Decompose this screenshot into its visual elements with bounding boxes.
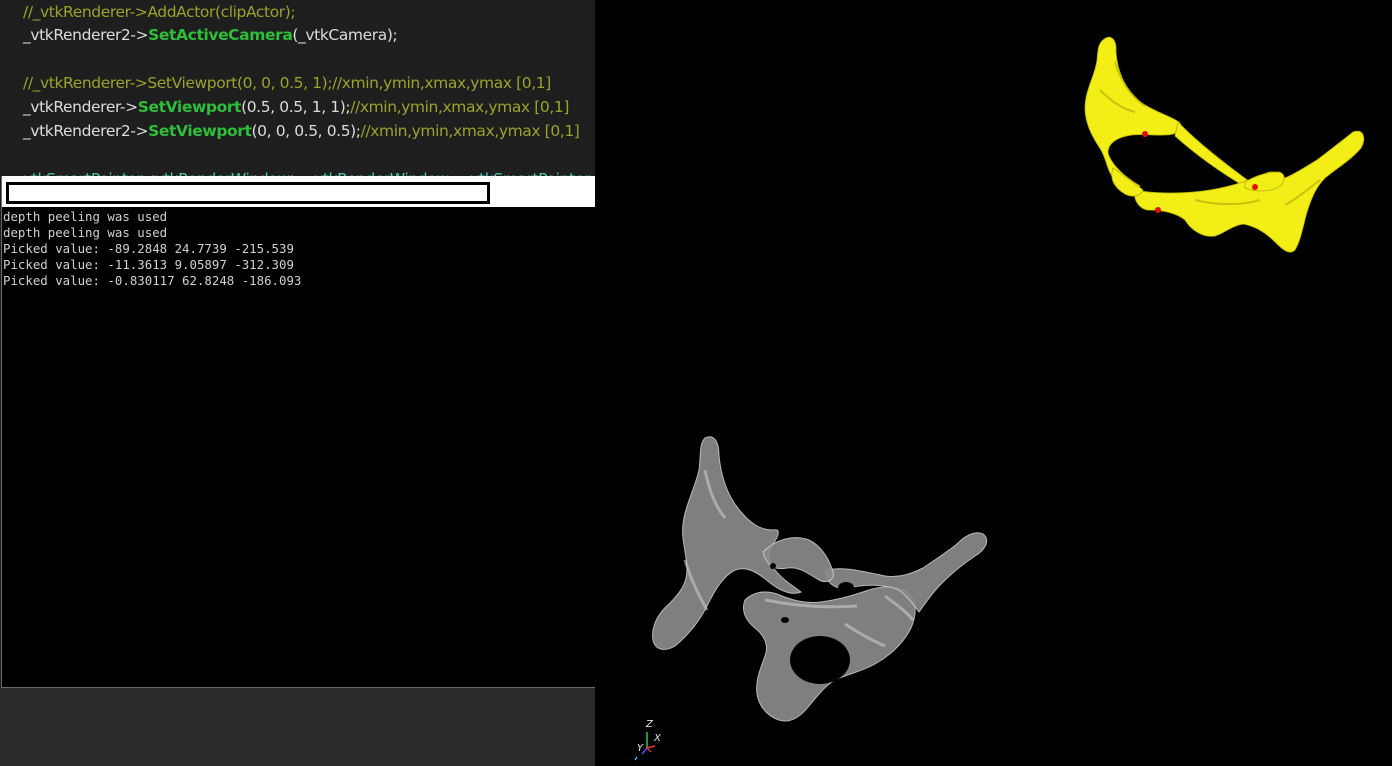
axis-label-z: Z: [646, 719, 653, 730]
code-line[interactable]: //_vtkRenderer->SetViewport(0, 0, 0.5, 1…: [23, 71, 551, 95]
code-line[interactable]: //_vtkRenderer->AddActor(clipActor);: [23, 0, 296, 24]
code-token: (0.5, 0.5, 1, 1);: [241, 98, 351, 116]
code-token: //xmin,ymin,xmax,ymax [0,1]: [360, 122, 580, 140]
code-token: //_vtkRenderer->AddActor(clipActor);: [23, 3, 296, 21]
console-title: [6, 182, 490, 204]
console-output: depth peeling was used depth peeling was …: [3, 209, 301, 289]
obturator-foramen-left: [838, 582, 854, 594]
code-token: (0, 0, 0.5, 0.5);: [251, 122, 362, 140]
axis-label-x: X: [654, 733, 661, 744]
code-line[interactable]: _vtkRenderer2->SetActiveCamera(_vtkCamer…: [23, 23, 398, 47]
editor-background: [0, 688, 595, 766]
obturator-foramen-center: [789, 574, 799, 582]
axis-label-y: Y: [637, 743, 644, 754]
console-line: Picked value: -11.3613 9.05897 -312.309: [3, 257, 294, 272]
vtk-render-window[interactable]: Z X Y: [595, 0, 1392, 766]
code-token: SetActiveCamera: [148, 26, 293, 44]
pelvis-model-top[interactable]: [1084, 36, 1365, 253]
code-token: SetViewport: [137, 98, 242, 116]
code-token: //_vtkRenderer->SetViewport(0, 0, 0.5, 1…: [23, 74, 551, 92]
console-titlebar[interactable]: [2, 176, 595, 207]
pelvis-model-bottom[interactable]: [652, 436, 988, 722]
top-left-wing: [1084, 36, 1182, 190]
top-left-foot: [1111, 167, 1144, 197]
code-token: SetViewport: [148, 122, 252, 140]
code-line[interactable]: _vtkRenderer2->SetViewport(0, 0, 0.5, 0.…: [23, 119, 580, 143]
picked-point-1: [1142, 131, 1148, 137]
console-line: depth peeling was used: [3, 225, 168, 240]
render-canvas[interactable]: [595, 0, 1392, 766]
code-line[interactable]: _vtkRenderer->SetViewport(0.5, 0.5, 1, 1…: [23, 95, 569, 119]
code-token: _vtkRenderer->: [23, 98, 138, 116]
console-line: depth peeling was used: [3, 209, 168, 224]
code-token: //xmin,ymin,xmax,ymax [0,1]: [350, 98, 569, 116]
top-pubic-band: [1174, 121, 1254, 189]
code-token: _vtkRenderer2->: [23, 26, 149, 44]
code-token: (_vtkCamera);: [292, 26, 398, 44]
console-line: Picked value: -89.2848 24.7739 -215.539: [3, 241, 294, 256]
console-window[interactable]: depth peeling was used depth peeling was …: [1, 176, 595, 688]
code-token: _vtkRenderer2->: [23, 122, 149, 140]
picked-point-2: [1252, 184, 1258, 190]
picked-point-3: [1155, 207, 1161, 213]
top-right-wing: [1134, 130, 1365, 253]
pelvic-opening: [790, 636, 850, 684]
console-line: Picked value: -0.830117 62.8248 -186.093: [3, 273, 302, 288]
desktop: //_vtkRenderer->AddActor(clipActor); _vtk…: [0, 0, 1392, 766]
